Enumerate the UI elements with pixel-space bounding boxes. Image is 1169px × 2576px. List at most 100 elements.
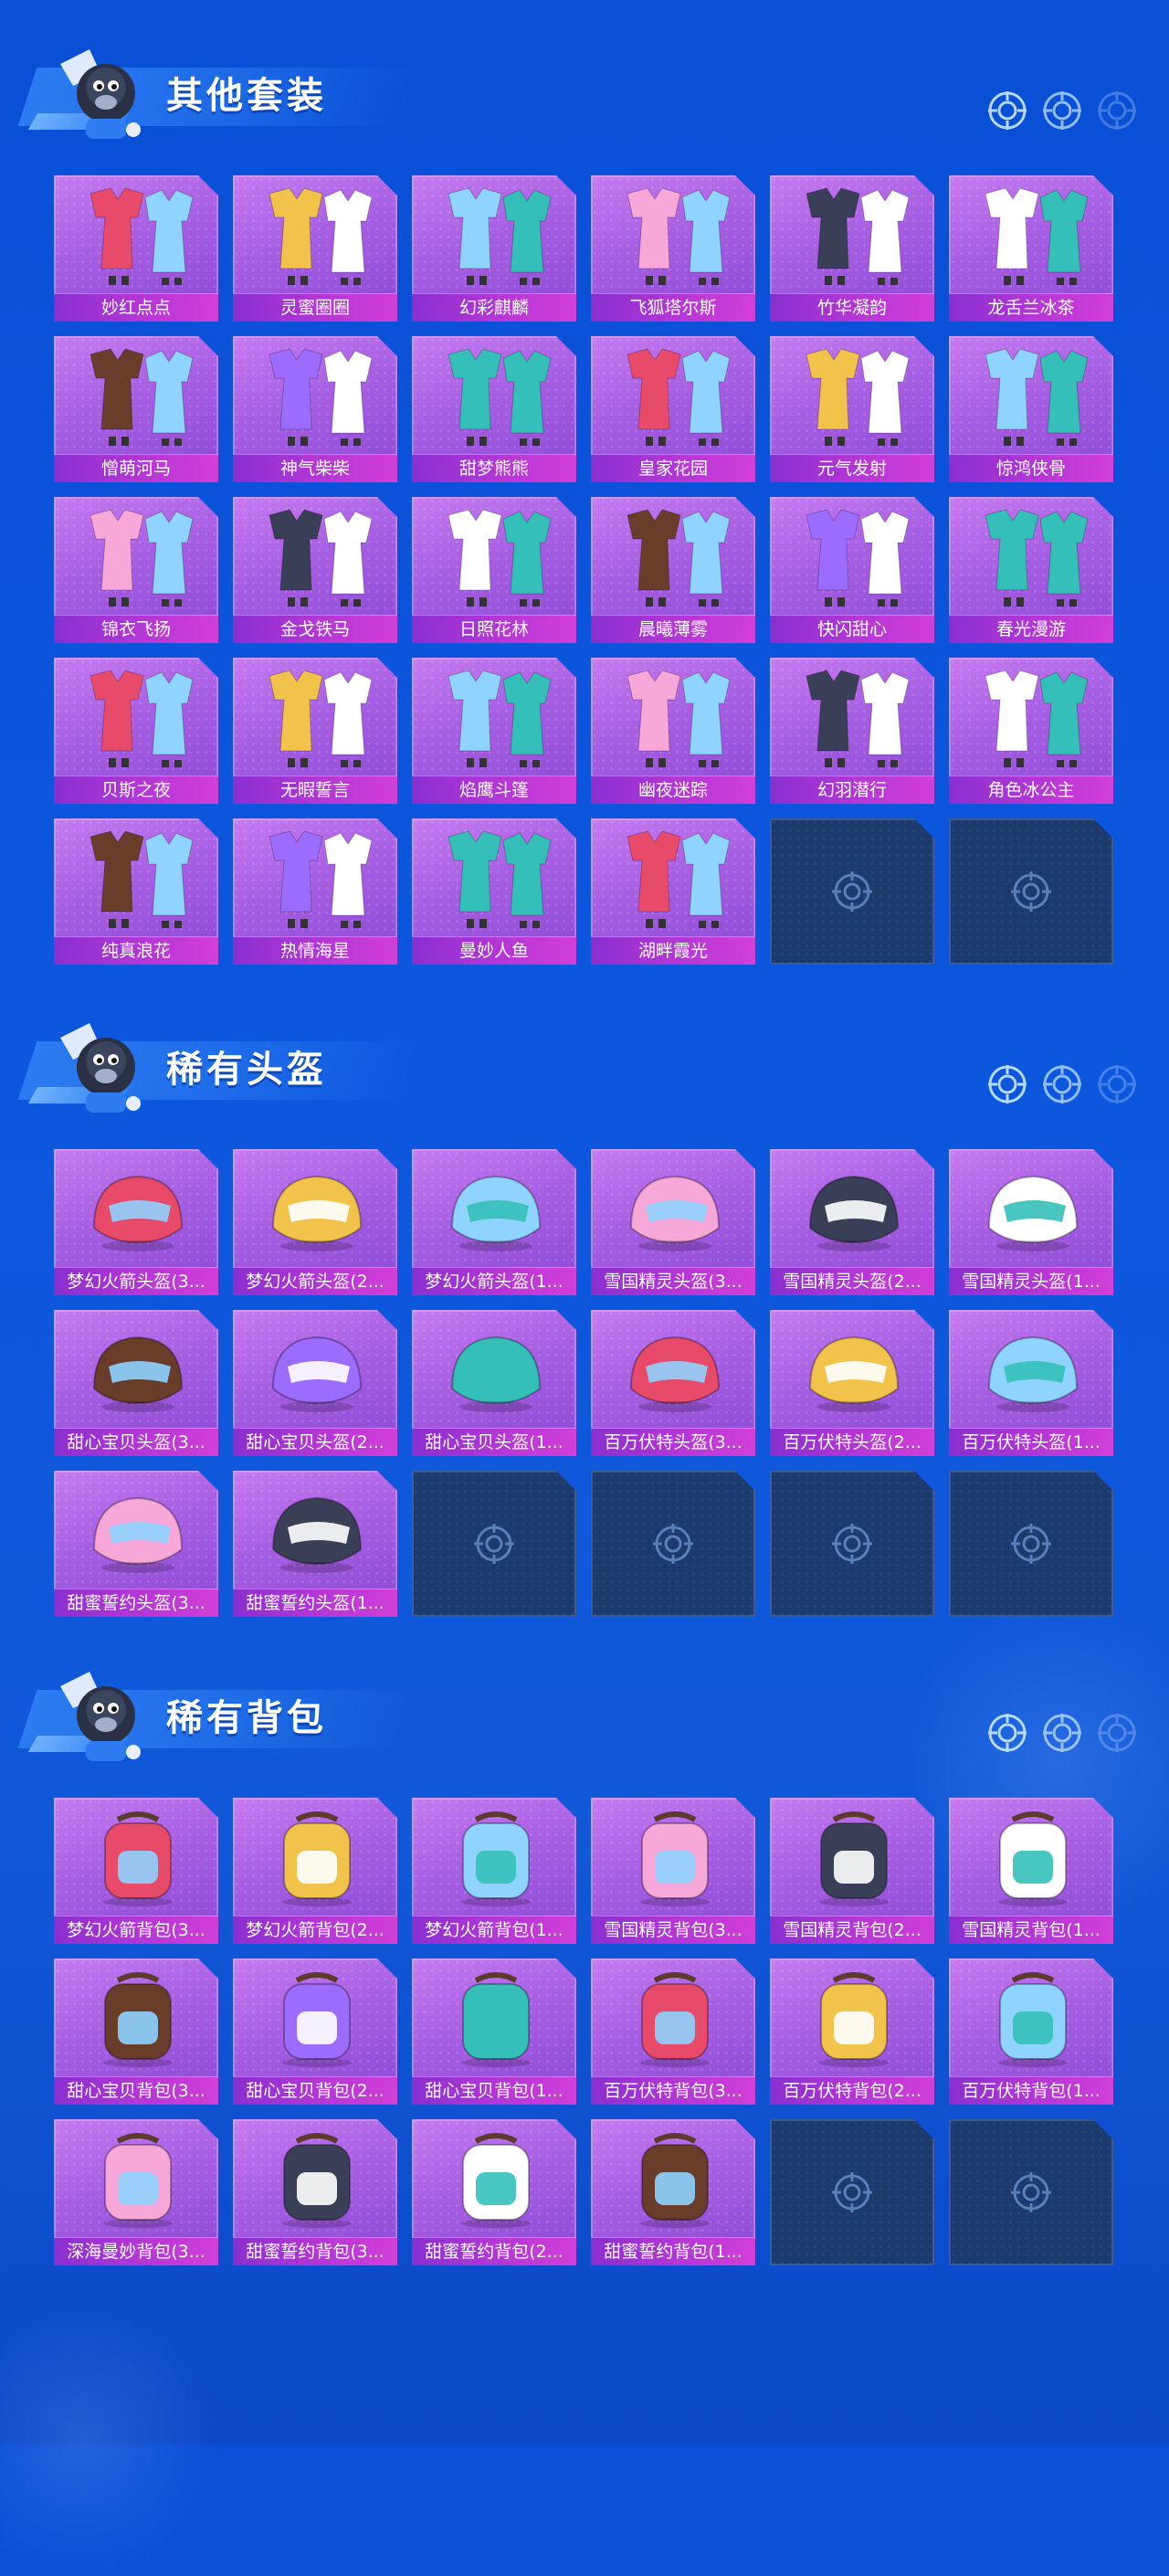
item-label: 甜蜜誓约头盔(1... [233,1589,397,1617]
item-card[interactable]: 甜梦熊熊 [412,336,576,482]
item-card[interactable]: 湖畔霞光 [591,818,755,965]
item-card[interactable]: 纯真浪花 [54,818,218,965]
item-label: 春光漫游 [949,615,1113,643]
item-label: 无暇誓言 [233,776,397,804]
item-label: 热情海星 [233,936,397,965]
item-card[interactable]: 金戈铁马 [233,497,397,643]
crosshair-indicators [988,1065,1136,1103]
item-card[interactable]: 百万伏特背包(2... [770,1958,934,2105]
item-card[interactable]: 贝斯之夜 [54,658,218,804]
item-card[interactable]: 梦幻火箭头盔(2... [233,1149,397,1295]
item-card[interactable]: 甜蜜誓约背包(3... [233,2119,397,2265]
empty-slot [770,818,934,965]
item-card[interactable]: 惊鸿侠骨 [949,336,1113,482]
item-card[interactable]: 梦幻火箭头盔(3... [54,1149,218,1295]
item-card[interactable]: 锦衣飞扬 [54,497,218,643]
section-3: 稀有背包 梦幻火箭背包(3... 梦幻火箭背包(2... 梦幻火箭背包(1...… [0,1663,1169,1763]
item-label: 甜心宝贝头盔(3... [54,1428,218,1456]
item-label: 锦衣飞扬 [54,615,218,643]
item-label: 雪国精灵头盔(1... [949,1267,1113,1295]
crosshair-icon [1011,871,1051,912]
item-card[interactable]: 妙红点点 [54,175,218,322]
item-card[interactable]: 雪国精灵头盔(2... [770,1149,934,1295]
crosshair-icon [832,871,872,912]
item-card[interactable]: 神气柴柴 [233,336,397,482]
crosshair-icon [1043,1714,1081,1752]
item-card[interactable]: 甜心宝贝头盔(3... [54,1310,218,1456]
item-card[interactable]: 雪国精灵背包(3... [591,1798,755,1944]
item-card[interactable]: 焰鹰斗篷 [412,658,576,804]
crosshair-icon [988,91,1027,130]
item-card[interactable]: 百万伏特头盔(2... [770,1310,934,1456]
item-card[interactable]: 幻羽潜行 [770,658,934,804]
item-card[interactable]: 皇家花园 [591,336,755,482]
item-label: 贝斯之夜 [54,776,218,804]
item-card[interactable]: 雪国精灵背包(1... [949,1798,1113,1944]
item-card[interactable]: 晨曦薄雾 [591,497,755,643]
item-card[interactable]: 深海曼妙背包(3... [54,2119,218,2265]
item-label: 甜梦熊熊 [412,454,576,482]
item-card[interactable]: 龙舌兰冰茶 [949,175,1113,322]
item-card[interactable]: 幽夜迷踪 [591,658,755,804]
item-card[interactable]: 无暇誓言 [233,658,397,804]
item-card[interactable]: 甜心宝贝背包(2... [233,1958,397,2105]
item-card[interactable]: 憎萌河马 [54,336,218,482]
item-card[interactable]: 百万伏特背包(1... [949,1958,1113,2105]
empty-slot [770,2119,934,2265]
item-card[interactable]: 幻彩麒麟 [412,175,576,322]
item-card[interactable]: 甜蜜誓约背包(1... [591,2119,755,2265]
item-card[interactable]: 热情海星 [233,818,397,965]
item-label: 深海曼妙背包(3... [54,2237,218,2265]
item-card[interactable]: 飞狐塔尔斯 [591,175,755,322]
empty-slot [770,1471,934,1617]
item-label: 金戈铁马 [233,615,397,643]
item-card[interactable]: 甜心宝贝背包(1... [412,1958,576,2105]
item-card[interactable]: 角色冰公主 [949,658,1113,804]
item-label: 憎萌河马 [54,454,218,482]
item-card[interactable]: 甜蜜誓约头盔(3... [54,1471,218,1617]
item-card[interactable]: 甜蜜誓约背包(2... [412,2119,576,2265]
mascot-icon [53,1668,153,1767]
item-card[interactable]: 元气发射 [770,336,934,482]
item-card[interactable]: 雪国精灵头盔(1... [949,1149,1113,1295]
item-label: 雪国精灵背包(3... [591,1916,755,1944]
item-label: 焰鹰斗篷 [412,776,576,804]
item-card[interactable]: 甜心宝贝头盔(2... [233,1310,397,1456]
item-card[interactable]: 百万伏特头盔(1... [949,1310,1113,1456]
item-card[interactable]: 快闪甜心 [770,497,934,643]
item-label: 甜蜜誓约背包(1... [591,2237,755,2265]
crosshair-icon [832,2172,872,2212]
crosshair-icon [1011,2172,1051,2212]
mascot-icon [53,1019,153,1118]
item-card[interactable]: 春光漫游 [949,497,1113,643]
item-card[interactable]: 日照花林 [412,497,576,643]
item-grid: 梦幻火箭背包(3... 梦幻火箭背包(2... 梦幻火箭背包(1... 雪国精灵… [54,1798,1113,2265]
item-card[interactable]: 甜心宝贝头盔(1... [412,1310,576,1456]
item-card[interactable]: 甜蜜誓约头盔(1... [233,1471,397,1617]
item-card[interactable]: 梦幻火箭头盔(1... [412,1149,576,1295]
item-label: 百万伏特背包(1... [949,2076,1113,2105]
item-card[interactable]: 曼妙人鱼 [412,818,576,965]
crosshair-indicators [988,91,1136,130]
item-label: 甜蜜誓约头盔(3... [54,1589,218,1617]
crosshair-icon [474,1524,514,1564]
item-card[interactable]: 百万伏特背包(3... [591,1958,755,2105]
section-title: 其他套装 [166,75,327,117]
item-card[interactable]: 梦幻火箭背包(1... [412,1798,576,1944]
item-card[interactable]: 梦幻火箭背包(3... [54,1798,218,1944]
item-label: 湖畔霞光 [591,936,755,965]
item-label: 纯真浪花 [54,936,218,965]
crosshair-icon [1043,1065,1081,1103]
item-label: 百万伏特头盔(3... [591,1428,755,1456]
empty-slot [949,2119,1113,2265]
item-card[interactable]: 百万伏特头盔(3... [591,1310,755,1456]
item-card[interactable]: 甜心宝贝背包(3... [54,1958,218,2105]
item-card[interactable]: 雪国精灵头盔(3... [591,1149,755,1295]
item-card[interactable]: 竹华凝韵 [770,175,934,322]
item-label: 雪国精灵头盔(3... [591,1267,755,1295]
item-card[interactable]: 梦幻火箭背包(2... [233,1798,397,1944]
item-card[interactable]: 灵蜜圈圈 [233,175,397,322]
item-label: 梦幻火箭头盔(3... [54,1267,218,1295]
mascot-icon [53,46,153,144]
item-card[interactable]: 雪国精灵背包(2... [770,1798,934,1944]
